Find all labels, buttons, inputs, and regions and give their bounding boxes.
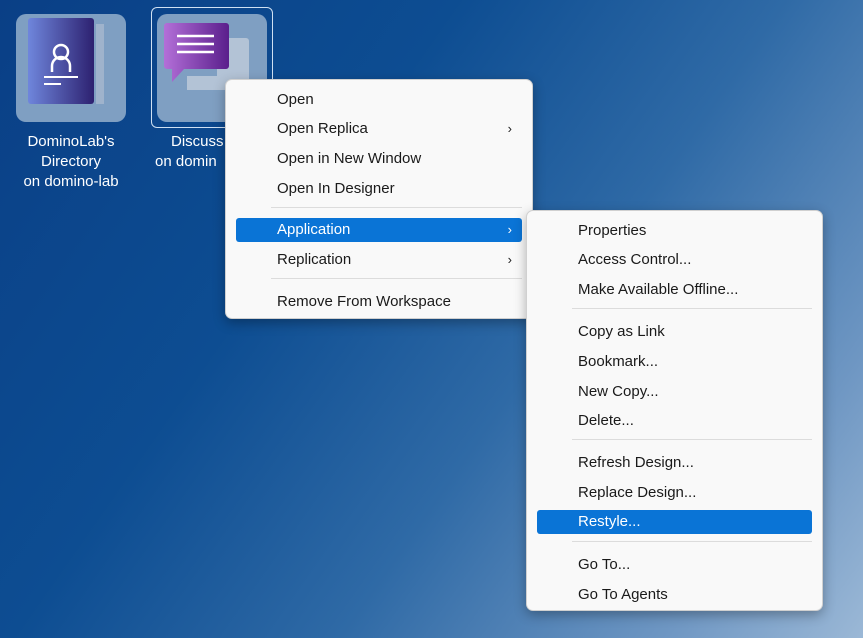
chevron-right-icon: › [507,252,512,267]
menu-separator [271,207,522,208]
menu-item-open-in-new-window[interactable]: Open in New Window [236,147,522,171]
directory-app-label: DominoLab's Directory on domino-lab [1,132,141,192]
menu-item-copy-as-link[interactable]: Copy as Link [537,320,812,344]
menu-item-label: Properties [578,222,647,239]
menu-item-label: Open Replica [277,120,368,137]
menu-item-remove-from-workspace[interactable]: Remove From Workspace [236,290,522,314]
menu-item-label: Open In Designer [277,180,395,197]
menu-item-label: Access Control... [578,251,692,268]
menu-separator [572,308,812,309]
context-menu: Open Open Replica › Open in New Window Open … [225,79,533,319]
menu-item-open[interactable]: Open [236,88,522,112]
menu-item-restyle[interactable]: Restyle... [537,510,812,534]
menu-item-label: Refresh Design... [578,454,694,471]
menu-item-new-copy[interactable]: New Copy... [537,380,812,404]
menu-item-open-in-designer[interactable]: Open In Designer [236,177,522,201]
menu-item-make-available-offline[interactable]: Make Available Offline... [537,278,812,302]
menu-item-application[interactable]: Application › [236,218,522,242]
label-line: DominoLab's [27,133,115,150]
menu-item-open-replica[interactable]: Open Replica › [236,117,522,141]
address-book-icon [28,18,104,104]
menu-item-label: Replication [277,251,352,268]
menu-item-label: Go To... [578,556,631,573]
chevron-right-icon: › [507,222,512,237]
menu-separator [572,541,812,542]
menu-item-refresh-design[interactable]: Refresh Design... [537,451,812,475]
label-line: Directory [40,153,101,170]
menu-item-bookmark[interactable]: Bookmark... [537,350,812,374]
menu-item-go-to-agents[interactable]: Go To Agents [537,583,812,607]
menu-item-replace-design[interactable]: Replace Design... [537,481,812,505]
chevron-right-icon: › [507,121,512,136]
menu-item-label: Go To Agents [578,586,668,603]
menu-separator [572,439,812,440]
menu-item-properties[interactable]: Properties [537,219,812,243]
menu-item-label: Open in New Window [277,150,422,167]
menu-item-go-to[interactable]: Go To... [537,553,812,577]
menu-separator [271,278,522,279]
menu-item-label: Bookmark... [578,353,659,370]
menu-item-access-control[interactable]: Access Control... [537,248,812,272]
menu-item-label: Application [277,221,351,238]
menu-item-label: New Copy... [578,383,659,400]
menu-item-label: Make Available Offline... [578,281,739,298]
menu-item-label: Replace Design... [578,484,697,501]
menu-item-delete[interactable]: Delete... [537,409,812,433]
menu-item-replication[interactable]: Replication › [236,248,522,272]
menu-item-label: Open [277,91,314,108]
menu-item-label: Remove From Workspace [277,293,451,310]
application-submenu: Properties Access Control... Make Availabl… [526,210,823,611]
directory-app-icon[interactable] [16,14,126,122]
menu-item-label: Copy as Link [578,323,665,340]
label-line: on domino-lab [23,173,119,190]
menu-item-label: Restyle... [578,513,641,530]
menu-item-label: Delete... [578,412,634,429]
